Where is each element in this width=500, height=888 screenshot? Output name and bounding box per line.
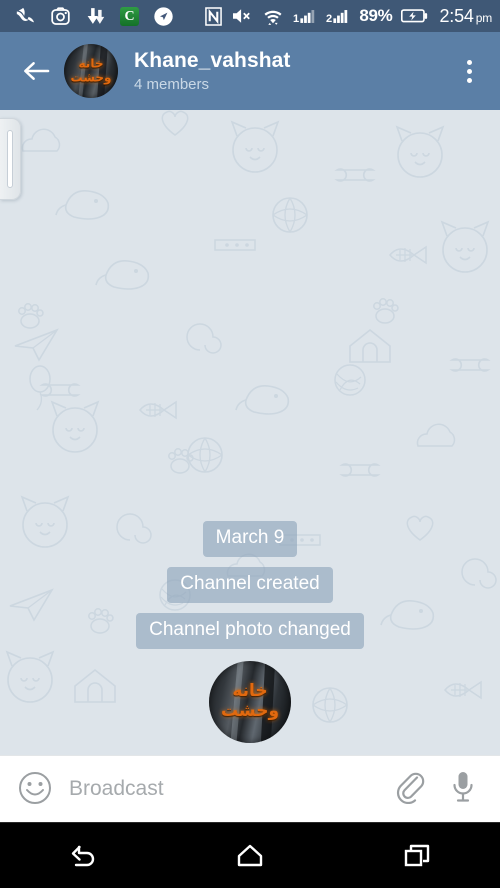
nfc-icon bbox=[205, 6, 223, 26]
channel-photo-thumbnail[interactable]: خانه وحشت bbox=[209, 661, 291, 743]
c-app-icon: C bbox=[120, 6, 139, 26]
status-bar-left-icons: C bbox=[14, 6, 174, 27]
instagram-camera-icon bbox=[51, 6, 70, 25]
side-drawer-handle[interactable] bbox=[0, 118, 21, 200]
nav-recents-button[interactable] bbox=[333, 823, 500, 888]
overflow-menu-icon-dot3 bbox=[466, 77, 472, 83]
date-separator: March 9 bbox=[202, 521, 298, 557]
battery-charging-icon bbox=[401, 9, 428, 23]
back-arrow-icon bbox=[23, 62, 49, 80]
wifi-data-icon bbox=[264, 10, 282, 25]
phone-screen: C 1 2 89% 2:54 pm خانه وحشت Khane_vahsha… bbox=[0, 0, 500, 888]
message-input-bar bbox=[0, 755, 500, 822]
chat-header: خانه وحشت Khane_vahshat 4 members bbox=[0, 32, 500, 110]
chat-subtitle: 4 members bbox=[134, 75, 210, 93]
status-bar-clock: 2:54 pm bbox=[439, 6, 492, 27]
sim1-signal-icon: 1 bbox=[293, 9, 315, 25]
microphone-icon bbox=[453, 772, 473, 802]
channel-photo-caption: خانه وحشت bbox=[220, 681, 280, 722]
service-message-photo-changed: Channel photo changed bbox=[136, 613, 364, 649]
chat-title-block[interactable]: Khane_vahshat 4 members bbox=[134, 48, 291, 95]
svg-text:1: 1 bbox=[293, 13, 299, 25]
voice-record-button[interactable] bbox=[450, 770, 482, 808]
sim2-signal-icon: 2 bbox=[326, 9, 348, 25]
speaker-mute-icon bbox=[233, 9, 251, 23]
android-navigation-bar bbox=[0, 822, 500, 888]
status-bar: C 1 2 89% 2:54 pm bbox=[0, 0, 500, 32]
nav-recents-icon bbox=[404, 844, 429, 866]
chat-message-area: March 9 Channel created Channel photo ch… bbox=[0, 110, 500, 755]
avatar-caption: خانه وحشت bbox=[70, 56, 112, 85]
swallow-bird-icon bbox=[16, 7, 35, 23]
drawer-handle-grip bbox=[7, 130, 13, 188]
nav-home-button[interactable] bbox=[167, 823, 334, 888]
chat-avatar[interactable]: خانه وحشت bbox=[64, 44, 118, 98]
navigation-arrow-icon bbox=[154, 6, 173, 26]
emoji-button[interactable] bbox=[17, 770, 55, 808]
nav-back-button[interactable] bbox=[0, 823, 167, 888]
service-message-channel-created: Channel created bbox=[167, 567, 333, 603]
clock-time: 2:54 bbox=[439, 5, 474, 26]
emoji-smiley-icon bbox=[19, 772, 51, 804]
message-list: March 9 Channel created Channel photo ch… bbox=[0, 521, 500, 755]
paperclip-icon bbox=[396, 772, 425, 805]
status-bar-right-icons: 1 2 89% 2:54 pm bbox=[205, 6, 492, 27]
attach-button[interactable] bbox=[394, 770, 428, 808]
overflow-menu-button[interactable] bbox=[452, 49, 486, 93]
message-input[interactable] bbox=[69, 777, 384, 801]
battery-percent-label: 89% bbox=[359, 6, 393, 25]
nav-home-icon bbox=[237, 844, 263, 866]
back-button[interactable] bbox=[16, 51, 56, 91]
chat-title: Khane_vahshat bbox=[134, 48, 291, 72]
download-arrow-icon bbox=[87, 8, 105, 24]
overflow-menu-icon bbox=[466, 59, 472, 65]
clock-meridiem: pm bbox=[475, 10, 492, 25]
svg-text:2: 2 bbox=[326, 13, 332, 25]
overflow-menu-icon-dot2 bbox=[466, 68, 472, 74]
nav-back-icon bbox=[72, 845, 95, 866]
